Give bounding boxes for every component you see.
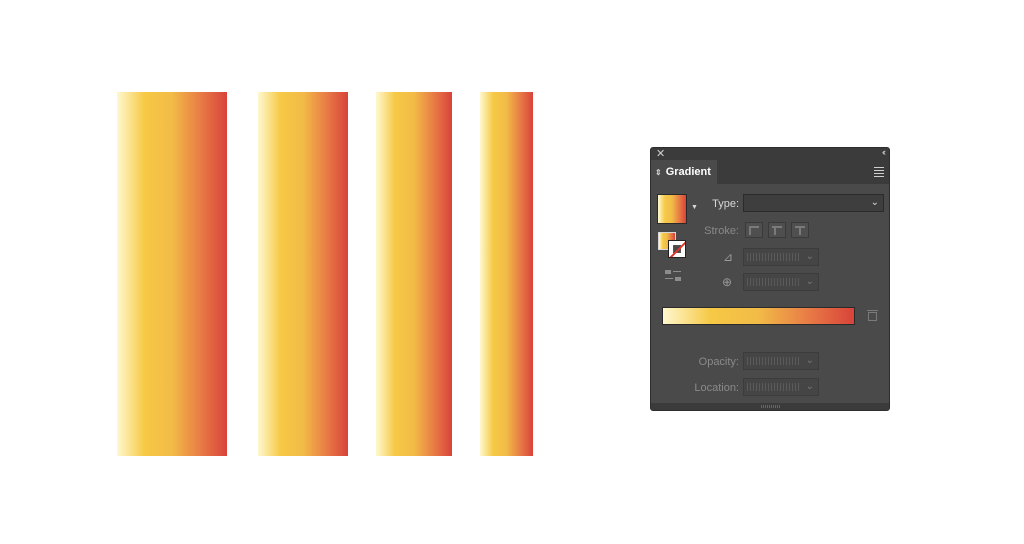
chevron-down-icon: ⌄ [805,381,814,392]
gradient-preview-swatch[interactable] [657,194,687,224]
panel-tab-row: ⇕ Gradient [651,160,889,184]
stroke-across-button[interactable] [791,222,809,238]
gradient-bar-2[interactable] [258,92,348,456]
angle-select[interactable]: ⌄ [743,248,819,266]
opacity-label: Opacity: [698,356,739,368]
stroke-swatch[interactable] [668,240,686,258]
chevron-down-icon: ⌄ [870,197,879,208]
artboard [0,0,620,544]
location-select[interactable]: ⌄ [743,378,819,396]
panel-titlebar[interactable]: ✕ ‹‹ [651,148,889,160]
up-down-arrows-icon: ⇕ [655,167,662,177]
close-icon[interactable]: ✕ [656,148,665,160]
double-chevron-icon[interactable]: ‹‹ [882,148,886,157]
triangle-down-icon[interactable]: ▼ [691,204,698,211]
stroke-within-button[interactable] [745,222,763,238]
chevron-down-icon: ⌄ [805,276,814,287]
panel-resize-handle[interactable] [651,403,889,410]
chevron-down-icon: ⌄ [805,251,814,262]
angle-icon: ⊿ [723,250,734,264]
type-select[interactable]: ⌄ [743,194,884,212]
trash-icon[interactable] [867,310,878,321]
type-label: Type: [712,198,739,210]
gradient-bar-3[interactable] [376,92,452,456]
reverse-gradient-icon[interactable] [665,269,681,283]
tab-gradient-label: Gradient [665,166,711,178]
location-label: Location: [694,382,739,394]
chevron-down-icon: ⌄ [805,355,814,366]
aspect-ratio-icon: ⊕ [722,275,733,289]
hamburger-menu-icon[interactable] [874,167,884,179]
opacity-select[interactable]: ⌄ [743,352,819,370]
stroke-label: Stroke: [704,225,739,237]
tab-gradient[interactable]: ⇕ Gradient [651,160,717,184]
gradient-slider-ramp[interactable] [662,307,855,325]
gradient-bar-1[interactable] [117,92,227,456]
stroke-along-button[interactable] [768,222,786,238]
gradient-bar-4[interactable] [480,92,533,456]
aspect-ratio-select[interactable]: ⌄ [743,273,819,291]
gradient-panel: ✕ ‹‹ ⇕ Gradient ▼ Type: ⌄ Stroke: ⊿ ⌄ ⊕ [650,147,890,411]
